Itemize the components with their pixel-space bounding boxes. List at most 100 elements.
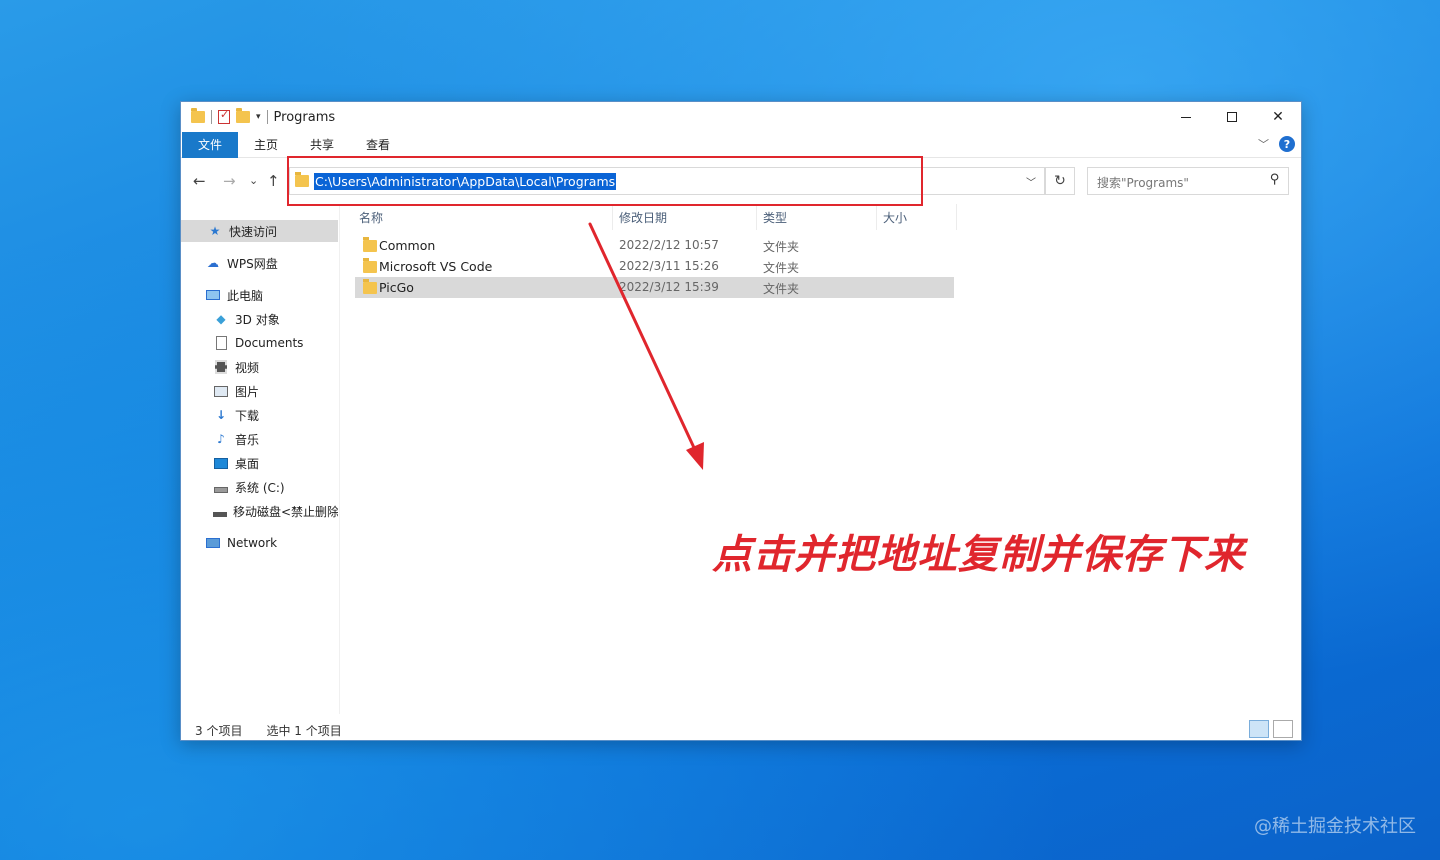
quick-access-star-icon: ★ (209, 224, 221, 238)
quick-access-toolbar: ▾ (191, 108, 268, 124)
sidebar-item-documents[interactable]: Documents (181, 332, 338, 354)
new-folder-icon[interactable] (236, 108, 250, 123)
sidebar-item-music[interactable]: ♪ 音乐 (181, 428, 338, 450)
tab-file[interactable]: 文件 (182, 131, 238, 158)
sidebar-item-network[interactable]: Network (181, 532, 338, 554)
separator (266, 110, 268, 124)
tab-home[interactable]: 主页 (238, 132, 294, 158)
annotation-highlight-box (287, 156, 923, 206)
ribbon-right-controls: ﹀ ? (1258, 136, 1295, 152)
sidebar-item-removable-disk[interactable]: 移动磁盘<禁止删除 (181, 500, 338, 522)
search-input[interactable]: 搜索"Programs" ⚲ (1087, 167, 1289, 195)
selection-count: 选中 1 个项目 (266, 724, 342, 738)
file-row-selected[interactable]: PicGo 2022/3/12 15:39 文件夹 (355, 277, 954, 298)
sidebar-divider (339, 204, 340, 714)
annotation-caption: 点击并把地址复制并保存下来 (712, 532, 1245, 578)
recent-locations-dropdown[interactable]: ⌄ (249, 174, 258, 187)
cube-icon: ◆ (216, 312, 226, 326)
file-date: 2022/3/12 15:39 (619, 280, 719, 294)
film-icon (213, 359, 229, 375)
separator (211, 110, 212, 124)
expand-ribbon-chevron-icon[interactable]: ﹀ (1258, 136, 1269, 152)
sidebar-item-label: 图片 (235, 384, 260, 399)
sidebar-item-label: 移动磁盘<禁止删除 (233, 504, 338, 519)
up-button[interactable]: ↑ (267, 172, 280, 190)
file-name: Common (379, 238, 436, 253)
forward-button[interactable]: → (223, 172, 236, 190)
customize-toolbar-dropdown[interactable]: ▾ (256, 112, 261, 122)
watermark: @稀土掘金技术社区 (1254, 816, 1416, 837)
column-header-name[interactable]: 名称 (355, 204, 613, 230)
file-type: 文件夹 (763, 282, 800, 296)
search-icon: ⚲ (1270, 172, 1280, 187)
sidebar-item-label: 下载 (235, 408, 260, 423)
help-icon[interactable]: ? (1279, 136, 1295, 152)
file-date: 2022/3/11 15:26 (619, 259, 719, 273)
close-icon: ✕ (1272, 109, 1284, 125)
cloud-icon: ☁ (207, 256, 219, 270)
document-icon (213, 335, 229, 351)
sidebar-item-label: 系统 (C:) (235, 480, 285, 495)
column-header-date-modified[interactable]: 修改日期 (615, 204, 757, 230)
sidebar-item-label: WPS网盘 (227, 256, 278, 271)
sidebar-item-label: 视频 (235, 360, 260, 375)
sidebar-item-label: 音乐 (235, 432, 260, 447)
sidebar-item-system-drive[interactable]: 系统 (C:) (181, 476, 338, 498)
navigation-pane: ★ 快速访问 ☁ WPS网盘 此电脑 ◆ 3D 对象 Documents 视频 … (181, 204, 339, 716)
maximize-button[interactable] (1209, 102, 1255, 132)
folder-icon[interactable] (191, 108, 205, 123)
sidebar-item-quick-access[interactable]: ★ 快速访问 (181, 220, 338, 242)
sidebar-item-wps-cloud[interactable]: ☁ WPS网盘 (181, 252, 338, 274)
file-date: 2022/2/12 10:57 (619, 238, 719, 252)
title-bar: ▾ Programs ✕ (181, 102, 1301, 132)
column-header-type[interactable]: 类型 (759, 204, 877, 230)
window-controls: ✕ (1163, 102, 1301, 132)
back-button[interactable]: ← (193, 172, 206, 190)
chevron-down-icon[interactable]: ﹀ (1026, 174, 1036, 189)
sidebar-item-label: Network (227, 536, 278, 550)
sidebar-item-videos[interactable]: 视频 (181, 356, 338, 378)
sidebar-item-this-pc[interactable]: 此电脑 (181, 284, 338, 306)
close-button[interactable]: ✕ (1255, 102, 1301, 132)
sidebar-item-label: 快速访问 (229, 224, 278, 239)
sidebar-item-label: Documents (235, 336, 304, 350)
minimize-icon (1181, 116, 1191, 118)
network-icon (205, 535, 221, 551)
folder-icon (363, 258, 377, 273)
minimize-button[interactable] (1163, 102, 1209, 132)
ribbon-tabs: 文件 主页 共享 查看 ﹀ ? (181, 131, 1301, 158)
file-type: 文件夹 (763, 261, 800, 275)
folder-icon (363, 237, 377, 252)
status-bar: 3 个项目 选中 1 个项目 (195, 722, 342, 739)
sidebar-item-label: 桌面 (235, 456, 260, 471)
sidebar-item-desktop[interactable]: 桌面 (181, 452, 338, 474)
item-count: 3 个项目 (195, 724, 243, 738)
column-header-size[interactable]: 大小 (879, 204, 957, 230)
file-row[interactable]: Common 2022/2/12 10:57 文件夹 (355, 235, 954, 256)
tab-share[interactable]: 共享 (294, 132, 350, 158)
removable-drive-icon (213, 503, 227, 519)
sidebar-item-label: 3D 对象 (235, 312, 280, 327)
file-type: 文件夹 (763, 240, 800, 254)
file-row[interactable]: Microsoft VS Code 2022/3/11 15:26 文件夹 (355, 256, 954, 277)
folder-icon (363, 279, 377, 294)
details-view-button[interactable] (1249, 720, 1269, 738)
picture-icon (213, 383, 229, 399)
music-note-icon: ♪ (217, 432, 225, 446)
view-toggle (1249, 720, 1293, 738)
drive-icon (213, 479, 229, 495)
file-name: PicGo (379, 280, 414, 295)
sidebar-item-downloads[interactable]: ↓ 下载 (181, 404, 338, 426)
computer-icon (205, 287, 221, 303)
sidebar-item-3d-objects[interactable]: ◆ 3D 对象 (181, 308, 338, 330)
sidebar-item-label: 此电脑 (227, 288, 264, 303)
sidebar-item-pictures[interactable]: 图片 (181, 380, 338, 402)
desktop-icon (213, 455, 229, 471)
download-arrow-icon: ↓ (215, 408, 227, 422)
maximize-icon (1227, 112, 1237, 122)
tab-view[interactable]: 查看 (350, 132, 406, 158)
properties-icon[interactable] (218, 108, 230, 124)
refresh-button[interactable]: ↻ (1045, 167, 1075, 195)
window-title: Programs (273, 109, 336, 125)
large-icons-view-button[interactable] (1273, 720, 1293, 738)
